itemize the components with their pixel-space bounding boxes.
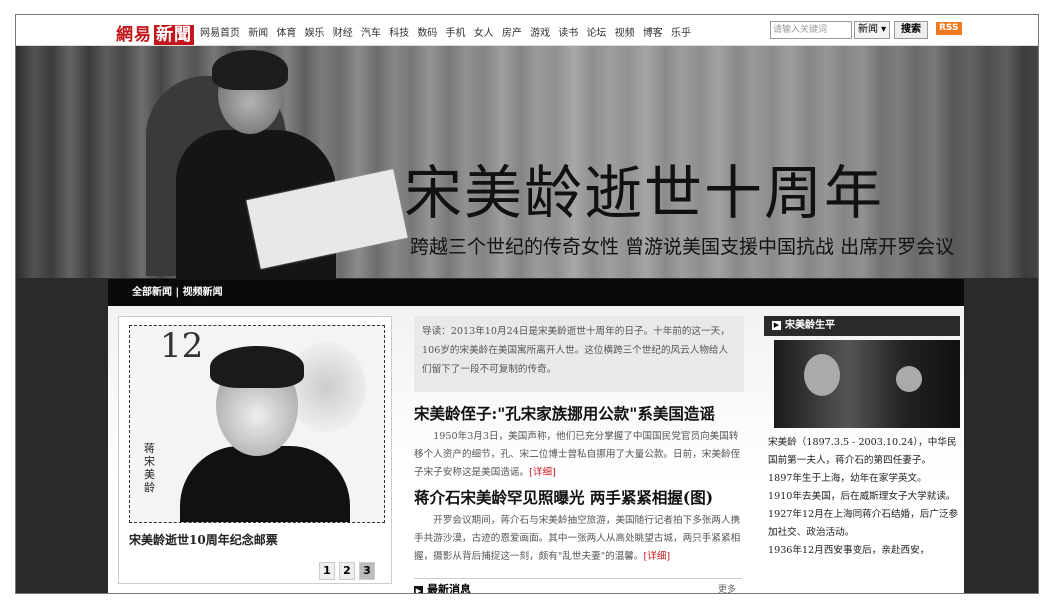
rss-button[interactable]: RSS <box>936 22 962 35</box>
more-link[interactable]: 更多 <box>718 582 736 593</box>
hero-subtitle: 跨越三个世纪的传奇女性 曾游说美国支援中国抗战 出席开罗会议 <box>410 236 955 258</box>
pager-page-3[interactable]: 3 <box>359 562 375 580</box>
nav-item-bbs[interactable]: 论坛 <box>586 28 606 39</box>
article-summary-text: 开罗会议期间，蒋介石与宋美龄抽空旅游，美国随行记者拍下多张两人携手共游沙漠，古迹… <box>414 515 741 562</box>
sidebar-photo[interactable] <box>774 340 960 428</box>
channel-separator: | <box>172 287 183 298</box>
microphone-shape <box>896 366 922 392</box>
bio-line: 1897年生于上海，幼年在家学英文。 <box>768 473 927 484</box>
intro-box: 导读：2013年10月24日是宋美龄逝世十周年的日子。十年前的这一天，106岁的… <box>414 316 744 392</box>
search-scope-select[interactable]: 新闻 ▾ <box>854 21 891 39</box>
article-summary: 开罗会议期间，蒋介石与宋美龄抽空旅游，美国随行记者拍下多张两人携手共游沙漠，古迹… <box>414 512 744 566</box>
nav-item-blog[interactable]: 博客 <box>643 28 663 39</box>
nav-item-digital[interactable]: 数码 <box>417 28 437 39</box>
nav-item-tech[interactable]: 科技 <box>389 28 409 39</box>
arrow-icon: ▶ <box>772 320 781 330</box>
bio-line: 1910年去美国，后在威斯理女子大学就读。1927年12月在上海同蒋介石结婚，后… <box>768 491 959 538</box>
stamp-image[interactable]: 12 蒋宋美龄 <box>129 325 385 523</box>
article-summary-text: 1950年3月3日，美国声称，他们已充分掌握了中国国民党官员向美国转移个人资产的… <box>414 431 741 478</box>
tab-video-news[interactable]: 视频新闻 <box>183 287 223 298</box>
stamp-slideshow: 12 蒋宋美龄 宋美龄逝世10周年纪念邮票 123 <box>118 316 392 584</box>
detail-link[interactable]: [详细] <box>529 467 556 478</box>
sidebar-title: 宋美龄生平 <box>785 320 835 331</box>
article-headline[interactable]: 蒋介石宋美龄罕见照曝光 两手紧紧相握(图) <box>414 486 744 508</box>
nav-item-lady[interactable]: 女人 <box>474 28 494 39</box>
stamp-caption[interactable]: 宋美龄逝世10周年纪念邮票 <box>129 531 278 548</box>
nav-item-finance[interactable]: 财经 <box>333 28 353 39</box>
stamp-number: 12 <box>160 326 204 366</box>
detail-link[interactable]: [详细] <box>643 551 670 562</box>
stamp-portrait-hair <box>210 346 304 388</box>
hero-banner: 宋美龄逝世十周年 跨越三个世纪的传奇女性 曾游说美国支援中国抗战 出席开罗会议 <box>16 46 1038 280</box>
nav-item-home[interactable]: 网易首页 <box>200 28 240 39</box>
netease-news-logo[interactable]: 網易 新聞 <box>116 20 194 45</box>
tab-all-news[interactable]: 全部新闻 <box>132 287 172 298</box>
hero-title: 宋美龄逝世十周年 <box>404 159 885 227</box>
top-nav-bar: 網易 新聞 网易首页 新闻 体育 娱乐 财经 汽车 科技 数码 手机 女人 房产 … <box>16 15 1038 46</box>
nav-item-sports[interactable]: 体育 <box>276 28 296 39</box>
article-column: 导读：2013年10月24日是宋美龄逝世十周年的日子。十年前的这一天，106岁的… <box>414 316 744 593</box>
search-button[interactable]: 搜索 <box>894 21 928 39</box>
pager-page-2[interactable]: 2 <box>339 562 355 580</box>
main-nav: 网易首页 新闻 体育 娱乐 财经 汽车 科技 数码 手机 女人 房产 游戏 读书… <box>200 24 696 39</box>
search-input[interactable]: 请输入关键词 <box>770 21 852 39</box>
bio-line: 宋美龄（1897.3.5 - 2003.10.24），中华民国前第一夫人，蒋介石… <box>768 437 957 466</box>
biography-sidebar: ▶ 宋美龄生平 宋美龄（1897.3.5 - 2003.10.24），中华民国前第… <box>764 316 960 593</box>
biography-text: 宋美龄（1897.3.5 - 2003.10.24），中华民国前第一夫人，蒋介石… <box>768 434 960 560</box>
article-headline[interactable]: 宋美龄侄子:"孔宋家族挪用公款"系美国造谣 <box>414 402 744 424</box>
nav-item-video[interactable]: 视频 <box>615 28 635 39</box>
nav-item-game[interactable]: 游戏 <box>530 28 550 39</box>
latest-news-header: ▶ 最新消息 更多 <box>414 578 742 593</box>
content-area: 12 蒋宋美龄 宋美龄逝世10周年纪念邮票 123 导读：2013年10月24日… <box>108 306 964 593</box>
logo-text: 網易 <box>116 25 152 45</box>
pager-page-1[interactable]: 1 <box>319 562 335 580</box>
logo-box-text: 新聞 <box>154 25 194 45</box>
nav-item-lofter[interactable]: 乐乎 <box>671 28 691 39</box>
nav-item-mobile[interactable]: 手机 <box>446 28 466 39</box>
stamp-vertical-text: 蒋宋美龄 <box>144 442 155 494</box>
slideshow-pager: 123 <box>315 559 375 580</box>
nav-item-auto[interactable]: 汽车 <box>361 28 381 39</box>
channel-bar: 全部新闻 | 视频新闻 <box>108 279 964 306</box>
stamp-flower-shape <box>286 342 366 432</box>
nav-item-news[interactable]: 新闻 <box>248 28 268 39</box>
stamp-portrait-body <box>180 446 350 522</box>
nav-item-book[interactable]: 读书 <box>558 28 578 39</box>
latest-news-label: 最新消息 <box>427 583 471 593</box>
bio-line: 1936年12月西安事变后，亲赴西安， <box>768 545 930 556</box>
nav-item-ent[interactable]: 娱乐 <box>305 28 325 39</box>
nav-item-house[interactable]: 房产 <box>502 28 522 39</box>
article-summary: 1950年3月3日，美国声称，他们已充分掌握了中国国民党官员向美国转移个人资产的… <box>414 428 744 482</box>
photo-face-shape <box>804 354 840 396</box>
portrait-hair <box>212 50 288 90</box>
arrow-icon: ▶ <box>414 585 423 593</box>
browser-viewport: 網易 新聞 网易首页 新闻 体育 娱乐 财经 汽车 科技 数码 手机 女人 房产 … <box>15 14 1039 594</box>
sidebar-header: ▶ 宋美龄生平 <box>764 316 960 336</box>
